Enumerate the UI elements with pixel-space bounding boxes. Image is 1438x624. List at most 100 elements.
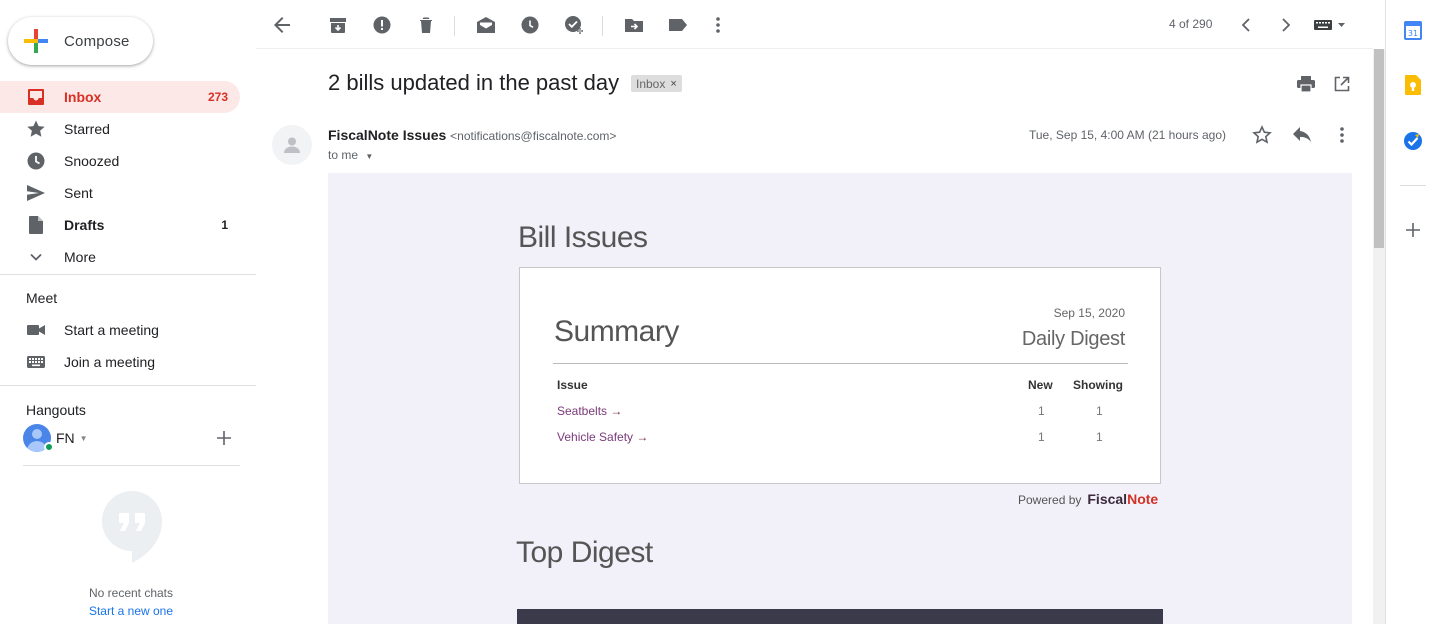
sidebar-item-label: Sent (64, 185, 93, 201)
join-meeting-item[interactable]: Join a meeting (0, 346, 240, 378)
hangouts-user-name: FN (56, 430, 75, 446)
reply-icon[interactable] (1290, 123, 1314, 147)
top-digest-heading: Top Digest (516, 536, 653, 569)
sidebar: Compose Inbox 273 Starred Snoozed Sent D… (0, 0, 256, 624)
chevron-right-icon[interactable] (1274, 13, 1298, 37)
message-more-icon[interactable] (1330, 123, 1354, 147)
email-body: Bill Issues Summary Sep 15, 2020 Daily D… (328, 173, 1352, 624)
star-icon (26, 119, 46, 139)
hangouts-divider (23, 465, 240, 466)
chevron-left-icon[interactable] (1234, 13, 1258, 37)
sidebar-item-label: Snoozed (64, 153, 120, 169)
compose-plus-icon (24, 29, 48, 53)
hangouts-section: Hangouts FN ▼ No recent chats Start a ne… (0, 398, 256, 618)
get-addons-plus-icon[interactable] (1402, 219, 1424, 241)
google-calendar-icon[interactable]: 31 (1402, 19, 1424, 41)
issue-showing-count: 1 (1096, 430, 1103, 444)
sidebar-item-more[interactable]: More (0, 241, 240, 273)
sender-info: FiscalNote Issues <notifications@fiscaln… (328, 127, 616, 143)
trash-icon[interactable] (414, 13, 438, 37)
move-to-icon[interactable] (622, 13, 646, 37)
issue-new-count: 1 (1038, 404, 1045, 418)
message-view: 4 of 290 2 bills updated in the past day… (256, 0, 1373, 624)
bill-issues-heading: Bill Issues (518, 221, 648, 254)
compose-label: Compose (64, 32, 130, 50)
sender-email: <notifications@fiscalnote.com> (450, 129, 617, 143)
hangouts-user[interactable]: FN ▼ (0, 422, 256, 454)
caret-down-icon: ▼ (79, 433, 88, 443)
draft-icon (26, 215, 46, 235)
nav-list: Inbox 273 Starred Snoozed Sent Drafts 1 … (0, 81, 256, 273)
add-icon[interactable] (214, 428, 234, 448)
issue-new-count: 1 (1038, 430, 1045, 444)
snooze-clock-icon[interactable] (518, 13, 542, 37)
fiscalnote-logo[interactable]: FiscalNote (1087, 491, 1158, 507)
back-arrow-icon[interactable] (270, 13, 294, 37)
open-in-new-window-icon[interactable] (1330, 72, 1354, 96)
sidebar-item-snoozed[interactable]: Snoozed (0, 145, 240, 177)
inbox-label-chip[interactable]: Inbox × (631, 75, 682, 92)
sidebar-item-label: Inbox (64, 89, 102, 105)
issue-link-text: Seatbelts (557, 404, 608, 418)
join-meeting-label: Join a meeting (64, 354, 156, 370)
sidebar-item-inbox[interactable]: Inbox 273 (0, 81, 240, 113)
meet-section: Meet Start a meeting Join a meeting (0, 286, 240, 378)
column-header-issue: Issue (557, 378, 588, 392)
pagination-count: 4 of 290 (1169, 17, 1213, 31)
archive-icon[interactable] (326, 13, 350, 37)
start-meeting-item[interactable]: Start a meeting (0, 314, 240, 346)
start-new-chat-link[interactable]: Start a new one (0, 604, 262, 618)
addon-side-panel: 31 (1385, 0, 1438, 624)
google-keep-icon[interactable] (1402, 74, 1424, 96)
recipient-text: to me (328, 148, 359, 162)
sender-name[interactable]: FiscalNote Issues (328, 127, 446, 143)
inbox-count: 273 (207, 90, 228, 104)
sidebar-item-label: Starred (64, 121, 110, 137)
input-tools-keyboard-icon[interactable] (1314, 13, 1350, 37)
star-outline-icon[interactable] (1250, 123, 1274, 147)
digest-name: Daily Digest (1021, 328, 1125, 350)
more-vertical-icon[interactable] (706, 13, 730, 37)
summary-heading: Summary (554, 315, 679, 348)
sidebar-item-drafts[interactable]: Drafts 1 (0, 209, 240, 241)
remove-label-icon[interactable]: × (670, 78, 676, 90)
label-tag-icon[interactable] (666, 13, 690, 37)
meet-title: Meet (26, 290, 58, 306)
sidebar-item-starred[interactable]: Starred (0, 113, 240, 145)
powered-by-footer: Powered by FiscalNote (1018, 491, 1158, 507)
google-tasks-icon[interactable] (1402, 130, 1424, 152)
issue-link-vehicle-safety[interactable]: Vehicle Safety → (557, 430, 648, 444)
keyboard-icon (26, 352, 46, 372)
sidebar-item-label: More (64, 249, 96, 265)
issue-link-seatbelts[interactable]: Seatbelts → (557, 404, 622, 418)
hangouts-title: Hangouts (26, 402, 86, 418)
digest-date: Sep 15, 2020 (1053, 306, 1125, 320)
compose-button[interactable]: Compose (8, 17, 153, 65)
toolbar-separator (602, 16, 603, 36)
column-header-new: New (1028, 378, 1053, 392)
arrow-right-icon: → (610, 404, 623, 418)
toolbar-separator (454, 16, 455, 36)
video-camera-icon (26, 320, 46, 340)
sender-avatar[interactable] (272, 125, 312, 165)
email-date: Tue, Sep 15, 4:00 AM (21 hours ago) (1029, 128, 1227, 142)
sidebar-divider (0, 274, 256, 275)
add-to-tasks-icon[interactable] (562, 13, 586, 37)
scrollbar-thumb[interactable] (1374, 49, 1384, 248)
print-icon[interactable] (1294, 72, 1318, 96)
send-icon (26, 183, 46, 203)
online-status-dot (44, 442, 54, 452)
report-spam-icon[interactable] (370, 13, 394, 37)
drafts-count: 1 (221, 218, 228, 232)
email-subject: 2 bills updated in the past day (328, 70, 620, 95)
recipient-details-toggle[interactable]: to me ▼ (328, 148, 373, 162)
arrow-right-icon: → (636, 430, 649, 444)
sidebar-item-sent[interactable]: Sent (0, 177, 240, 209)
start-meeting-label: Start a meeting (64, 322, 159, 338)
message-toolbar: 4 of 290 (256, 0, 1373, 49)
summary-divider (553, 363, 1128, 364)
mark-unread-icon[interactable] (474, 13, 498, 37)
label-chip-text: Inbox (636, 76, 666, 91)
sidebar-divider (0, 385, 256, 386)
inbox-icon (26, 87, 46, 107)
